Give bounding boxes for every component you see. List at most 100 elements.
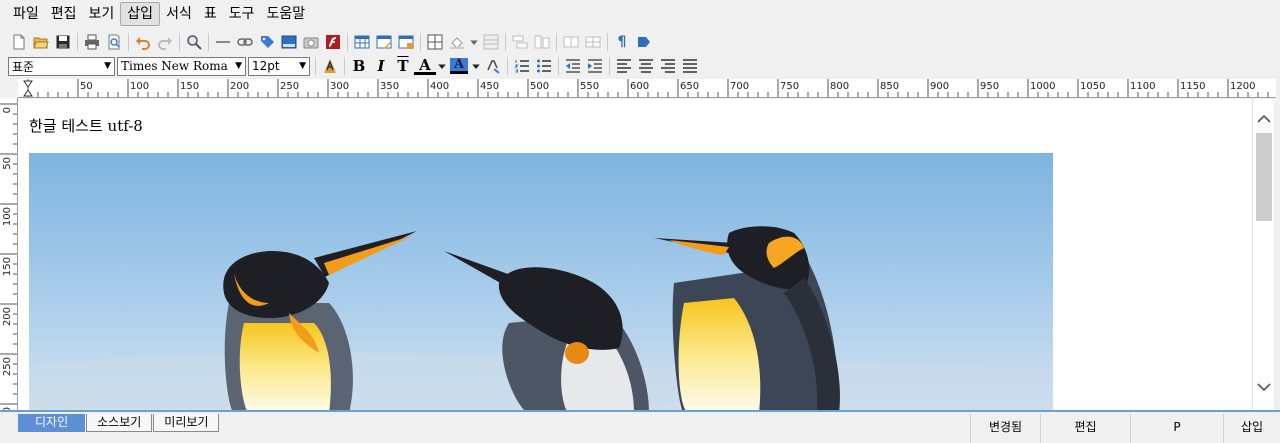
toolbar-divider <box>344 57 345 75</box>
cell-icon[interactable] <box>424 31 446 53</box>
new-document-icon[interactable] <box>8 31 30 53</box>
scroll-up-icon[interactable] <box>1256 111 1272 127</box>
ruler-label: 1200 <box>1230 81 1255 92</box>
text-style-icon[interactable] <box>319 55 341 77</box>
italic-button[interactable]: I <box>370 55 392 77</box>
chevron-down-icon[interactable] <box>470 55 482 77</box>
menu-edit[interactable]: 편집 <box>45 2 83 26</box>
toolbar-divider <box>420 33 421 51</box>
tab-source[interactable]: 소스보기 <box>86 414 153 432</box>
chevron-down-icon: ▼ <box>299 61 306 71</box>
toolbar-divider <box>77 33 78 51</box>
ruler-label: 150 <box>2 257 13 276</box>
ruler-label: 350 <box>380 81 399 92</box>
penguins-illustration <box>29 153 1053 410</box>
ruler-corner <box>0 79 18 98</box>
font-size-value: 12pt <box>252 59 280 73</box>
align-justify-icon[interactable] <box>679 55 701 77</box>
merge-cells-icon[interactable] <box>560 31 582 53</box>
font-size-select[interactable]: 12pt ▼ <box>248 56 310 76</box>
scrollbar-thumb[interactable] <box>1256 133 1272 221</box>
menu-file[interactable]: 파일 <box>7 2 45 26</box>
chevron-down-icon[interactable] <box>468 31 480 53</box>
menu-view[interactable]: 보기 <box>83 2 121 26</box>
print-icon[interactable] <box>81 31 103 53</box>
insert-column-icon[interactable] <box>531 31 553 53</box>
tag-icon[interactable] <box>633 31 655 53</box>
vertical-ruler[interactable]: 050100150200250300 <box>0 98 18 410</box>
table-properties-icon[interactable] <box>395 31 417 53</box>
tab-preview[interactable]: 미리보기 <box>153 414 220 432</box>
indent-icon[interactable] <box>584 55 606 77</box>
ruler-label: 200 <box>230 81 249 92</box>
underline-button[interactable]: T <box>392 55 414 77</box>
insert-row-icon[interactable] <box>509 31 531 53</box>
split-cells-icon[interactable] <box>582 31 604 53</box>
camera-icon[interactable] <box>300 31 322 53</box>
ruler-label: 50 <box>2 157 13 170</box>
menu-insert[interactable]: 삽입 <box>120 2 161 26</box>
bold-button[interactable]: B <box>348 55 370 77</box>
save-icon[interactable] <box>52 31 74 53</box>
font-family-select[interactable]: Times New Roma ▼ <box>117 56 246 76</box>
ruler-label: 100 <box>130 81 149 92</box>
font-family-value: Times New Roma <box>121 59 228 73</box>
align-left-icon[interactable] <box>613 55 635 77</box>
toolbar-divider <box>507 57 508 75</box>
font-color-button[interactable]: A <box>414 56 436 75</box>
ruler-label: 100 <box>2 207 13 226</box>
redo-icon[interactable] <box>154 31 176 53</box>
toolbar-divider <box>208 33 209 51</box>
table-icon[interactable] <box>351 31 373 53</box>
view-tabs: 디자인 소스보기 미리보기 <box>18 414 220 432</box>
menu-bar: 파일 편집 보기 삽입 서식 표 도구 도움말 <box>0 0 1280 28</box>
undo-icon[interactable] <box>132 31 154 53</box>
scroll-down-icon[interactable] <box>1256 379 1272 395</box>
outdent-icon[interactable] <box>562 55 584 77</box>
tab-design[interactable]: 디자인 <box>18 414 86 432</box>
chevron-down-icon: ▼ <box>235 61 242 71</box>
design-editor-area[interactable]: 한글 테스트 utf-8 <box>18 99 1252 410</box>
print-preview-icon[interactable] <box>103 31 125 53</box>
menu-tools[interactable]: 도구 <box>223 2 261 26</box>
flash-icon[interactable] <box>322 31 344 53</box>
toolbar-divider <box>347 33 348 51</box>
ruler-label: 1000 <box>1030 81 1055 92</box>
ruler-label: 800 <box>830 81 849 92</box>
clear-format-icon[interactable] <box>482 55 504 77</box>
open-folder-icon[interactable] <box>30 31 52 53</box>
bookmark-icon[interactable] <box>256 31 278 53</box>
penguins-image[interactable] <box>29 153 1053 410</box>
table-edit-icon[interactable] <box>373 31 395 53</box>
vertical-ruler-scale: 050100150200250300 <box>0 103 17 410</box>
background-color-icon[interactable] <box>446 31 468 53</box>
ruler-label: 200 <box>2 307 13 326</box>
menu-format[interactable]: 서식 <box>160 2 198 26</box>
highlight-color-button[interactable]: A <box>450 57 468 74</box>
ruler-label: 750 <box>780 81 799 92</box>
toolbar-divider <box>179 33 180 51</box>
ruler-label: 500 <box>530 81 549 92</box>
toolbar-divider <box>505 33 506 51</box>
image-icon[interactable] <box>278 31 300 53</box>
menu-table[interactable]: 표 <box>198 2 223 26</box>
toolbar-divider <box>607 33 608 51</box>
paragraph-style-select[interactable]: 표준 ▼ <box>8 56 115 76</box>
horizontal-ruler[interactable]: 50 100 150 200 250 300 350 400 450 500 550 600 650 70… <box>18 79 1276 98</box>
align-right-icon[interactable] <box>657 55 679 77</box>
align-center-icon[interactable] <box>635 55 657 77</box>
ruler-label: 150 <box>180 81 199 92</box>
vertical-scrollbar[interactable] <box>1252 99 1274 410</box>
horizontal-line-icon[interactable] <box>212 31 234 53</box>
cell-properties-icon[interactable] <box>480 31 502 53</box>
paragraph-mark-icon[interactable]: ¶ <box>611 31 633 53</box>
ruler-label: 250 <box>280 81 299 92</box>
chevron-down-icon[interactable] <box>436 55 448 77</box>
link-icon[interactable] <box>234 31 256 53</box>
unordered-list-icon[interactable] <box>533 55 555 77</box>
ordered-list-icon[interactable] <box>511 55 533 77</box>
status-modified: 변경됨 <box>970 414 1040 443</box>
find-icon[interactable] <box>183 31 205 53</box>
document-text[interactable]: 한글 테스트 utf-8 <box>29 115 143 136</box>
menu-help[interactable]: 도움말 <box>260 2 311 26</box>
